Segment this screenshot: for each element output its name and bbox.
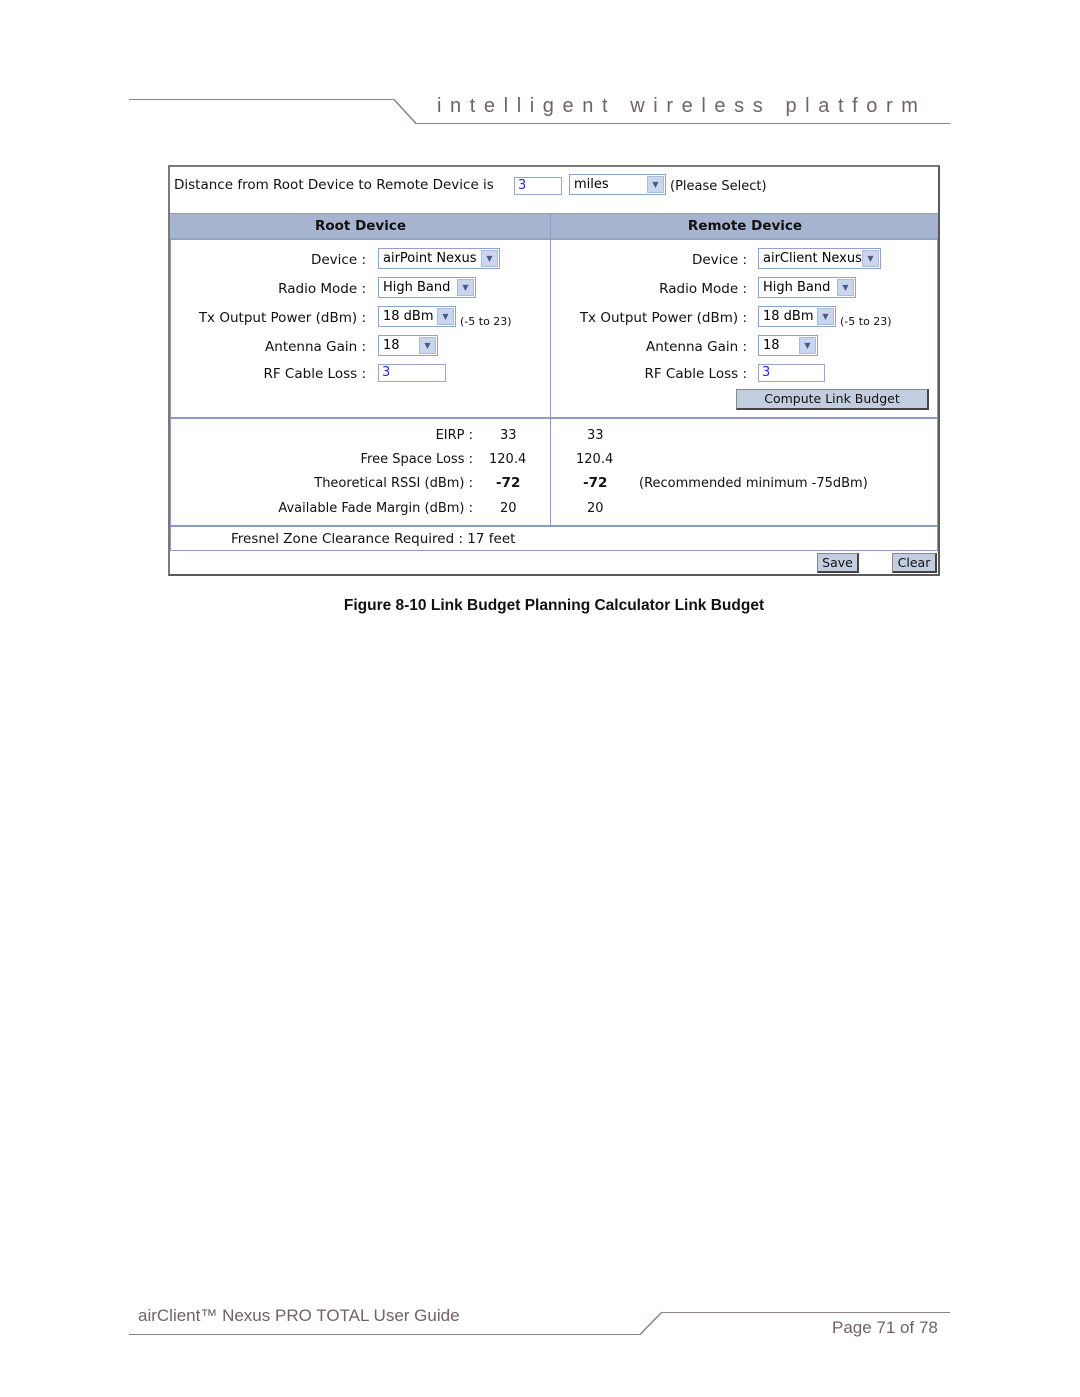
chevron-down-icon[interactable]: ▼: [862, 250, 879, 267]
root-fade-margin-value: 20: [500, 501, 517, 516]
distance-unit-select[interactable]: miles ▼: [569, 174, 666, 195]
rssi-label: Theoretical RSSI (dBm) :: [314, 476, 473, 491]
root-antenna-gain-value: 18: [383, 338, 400, 353]
fresnel-clearance: Fresnel Zone Clearance Required : 17 fee…: [231, 531, 516, 547]
footer-rule-slant: [639, 1311, 663, 1335]
remote-free-space-loss-value: 120.4: [576, 452, 614, 467]
distance-row: Distance from Root Device to Remote Devi…: [174, 177, 494, 193]
free-space-loss-label: Free Space Loss :: [360, 452, 474, 467]
root-radio-mode-value: High Band: [383, 280, 451, 295]
remote-tx-power-select[interactable]: 18 dBm ▼: [758, 306, 836, 327]
root-radio-mode-select[interactable]: High Band ▼: [378, 277, 476, 298]
root-tx-power-select[interactable]: 18 dBm ▼: [378, 306, 456, 327]
root-tx-range-hint: (-5 to 23): [460, 315, 512, 328]
clear-button[interactable]: Clear: [892, 553, 937, 573]
chevron-down-icon[interactable]: ▼: [647, 176, 664, 193]
eirp-label: EIRP :: [435, 428, 473, 443]
figure-caption: Figure 8-10 Link Budget Planning Calcula…: [343, 597, 765, 614]
distance-unit-hint: (Please Select): [670, 179, 767, 194]
remote-device-value: airClient Nexus: [763, 251, 862, 266]
remote-eirp-value: 33: [587, 428, 604, 443]
header-rule-left: [129, 99, 394, 100]
chevron-down-icon[interactable]: ▼: [419, 337, 436, 354]
header-tagline: intelligent wireless platform: [437, 95, 927, 117]
column-divider: [550, 240, 551, 526]
root-eirp-value: 33: [500, 428, 517, 443]
remote-rssi-value: -72: [583, 475, 608, 491]
page-number: Page 71 of 78: [832, 1318, 938, 1337]
table-border-left: [170, 240, 171, 551]
chevron-down-icon[interactable]: ▼: [817, 308, 834, 325]
remote-radio-mode-select[interactable]: High Band ▼: [758, 277, 856, 298]
remote-radio-mode-value: High Band: [763, 280, 831, 295]
root-device-label: Device :: [310, 252, 366, 268]
chevron-down-icon[interactable]: ▼: [437, 308, 454, 325]
remote-tx-range-hint: (-5 to 23): [840, 315, 892, 328]
save-button[interactable]: Save: [817, 553, 859, 573]
distance-label: Distance from Root Device to Remote Devi…: [174, 177, 494, 193]
footer-title: airClient™ Nexus PRO TOTAL User Guide: [138, 1306, 460, 1325]
root-rf-cable-loss-input[interactable]: 3: [378, 364, 446, 382]
root-tx-power-value: 18 dBm: [383, 309, 434, 324]
root-rssi-value: -72: [496, 475, 521, 491]
footer-rule-right: [662, 1312, 950, 1313]
header-divider: [550, 214, 551, 240]
chevron-down-icon[interactable]: ▼: [481, 250, 498, 267]
root-antenna-gain-label: Antenna Gain :: [265, 339, 366, 355]
root-tx-power-label: Tx Output Power (dBm) :: [198, 310, 366, 326]
remote-device-label: Device :: [691, 252, 747, 268]
chevron-down-icon[interactable]: ▼: [799, 337, 816, 354]
distance-unit-value: miles: [574, 177, 609, 192]
fresnel-buttons-divider: [170, 550, 938, 551]
remote-device-select[interactable]: airClient Nexus ▼: [758, 248, 881, 269]
remote-tx-power-value: 18 dBm: [763, 309, 814, 324]
remote-tx-power-label: Tx Output Power (dBm) :: [579, 310, 747, 326]
root-device-header: Root Device: [314, 218, 407, 234]
rssi-recommendation-note: (Recommended minimum -75dBm): [639, 476, 868, 491]
table-header: Root Device Remote Device: [170, 213, 938, 240]
root-antenna-gain-select[interactable]: 18 ▼: [378, 335, 438, 356]
results-fresnel-divider: [170, 525, 938, 527]
remote-antenna-gain-value: 18: [763, 338, 780, 353]
inputs-results-divider: [170, 417, 938, 419]
distance-input[interactable]: 3: [514, 177, 562, 195]
remote-fade-margin-value: 20: [587, 501, 604, 516]
chevron-down-icon[interactable]: ▼: [837, 279, 854, 296]
footer-rule-left: [129, 1334, 641, 1335]
remote-rf-cable-loss-label: RF Cable Loss :: [644, 366, 747, 382]
link-budget-calculator: Distance from Root Device to Remote Devi…: [168, 165, 940, 576]
remote-radio-mode-label: Radio Mode :: [659, 281, 747, 297]
fade-margin-label: Available Fade Margin (dBm) :: [278, 501, 473, 516]
remote-antenna-gain-select[interactable]: 18 ▼: [758, 335, 818, 356]
remote-device-header: Remote Device: [687, 218, 803, 234]
root-rf-cable-loss-label: RF Cable Loss :: [263, 366, 366, 382]
table-border-right: [937, 240, 938, 551]
remote-rf-cable-loss-input[interactable]: 3: [758, 364, 825, 382]
root-device-value: airPoint Nexus: [383, 251, 477, 266]
compute-link-budget-button[interactable]: Compute Link Budget: [736, 389, 929, 410]
root-free-space-loss-value: 120.4: [489, 452, 527, 467]
chevron-down-icon[interactable]: ▼: [457, 279, 474, 296]
remote-antenna-gain-label: Antenna Gain :: [646, 339, 747, 355]
header-rule-slant: [393, 99, 417, 125]
header-rule-right: [415, 123, 950, 124]
root-device-select[interactable]: airPoint Nexus ▼: [378, 248, 500, 269]
root-radio-mode-label: Radio Mode :: [278, 281, 366, 297]
